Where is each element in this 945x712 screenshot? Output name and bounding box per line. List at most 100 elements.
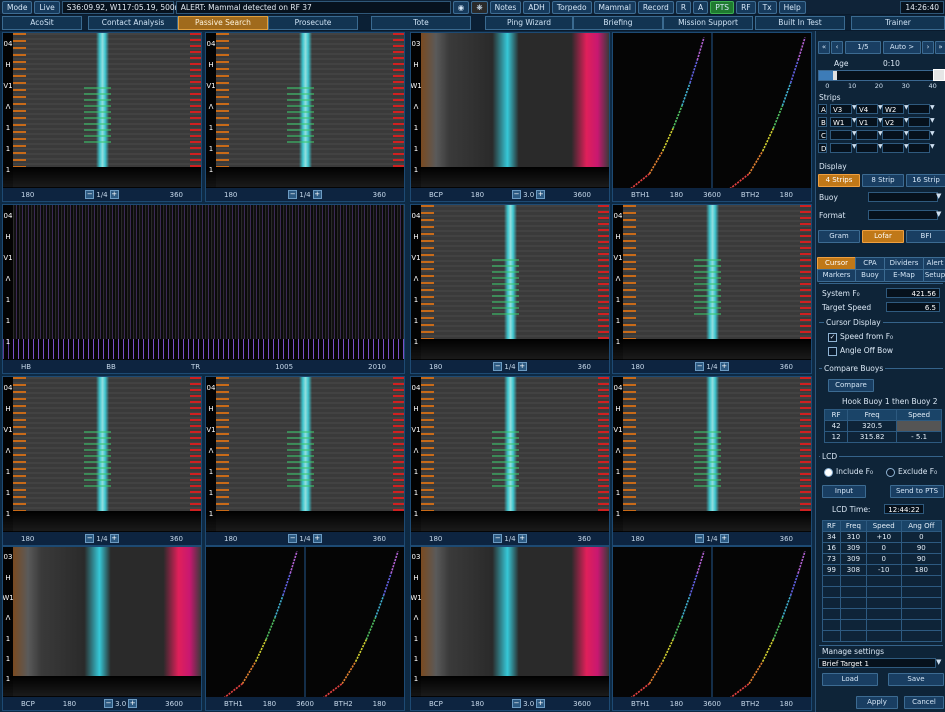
lofar-waterfall[interactable] <box>13 205 404 339</box>
zoom-out-button[interactable]: − <box>493 534 503 543</box>
last-page-button[interactable]: » <box>935 41 945 54</box>
zoom-in-button[interactable]: + <box>719 534 729 543</box>
zoom-out-button[interactable]: − <box>288 190 298 199</box>
spectrogram[interactable] <box>13 377 201 511</box>
r-button[interactable]: R <box>675 0 692 14</box>
zoom-in-button[interactable]: + <box>109 190 119 199</box>
radio-icon[interactable] <box>886 467 895 477</box>
display-8-strip-button[interactable]: 8 Strip <box>862 174 904 187</box>
zoom-out-button[interactable]: − <box>104 699 114 708</box>
notes-button[interactable]: Notes <box>489 0 522 14</box>
bfi-button[interactable]: BFI <box>906 230 945 243</box>
tab-briefing[interactable]: Briefing <box>573 16 663 30</box>
spectrogram[interactable] <box>421 205 609 339</box>
angle-off-bow-option[interactable]: Angle Off Bow <box>828 346 893 356</box>
first-page-button[interactable]: « <box>818 41 830 54</box>
spectrogram[interactable] <box>421 377 609 511</box>
bearing-time-history-plot[interactable] <box>613 547 811 710</box>
zoom-in-button[interactable]: + <box>312 534 322 543</box>
strip-buoy-select[interactable] <box>856 130 878 140</box>
strip-buoy-select[interactable] <box>882 143 904 153</box>
strip-buoy-select[interactable]: V4 <box>856 104 878 114</box>
tab-mission-support[interactable]: Mission Support <box>663 16 753 30</box>
dropdown-arrow-icon[interactable]: ▼ <box>852 104 857 111</box>
checkmark-icon[interactable]: ✓ <box>828 332 837 342</box>
tab-e-map[interactable]: E-Map <box>884 269 924 282</box>
dropdown-arrow-icon[interactable]: ▼ <box>878 143 883 150</box>
strip-buoy-select[interactable] <box>856 143 878 153</box>
record-button[interactable]: Record <box>637 0 674 14</box>
strip-buoy-select[interactable] <box>882 130 904 140</box>
tab-markers[interactable]: Markers <box>817 269 856 282</box>
next-page-button[interactable]: › <box>922 41 934 54</box>
dropdown-arrow-icon[interactable]: ▼ <box>852 143 857 150</box>
compare-button[interactable]: Compare <box>828 379 874 392</box>
dropdown-arrow-icon[interactable]: ▼ <box>930 117 935 124</box>
bearing-time-history-plot[interactable] <box>613 33 811 201</box>
tab-built-in-test[interactable]: Built In Test <box>755 16 845 30</box>
dropdown-arrow-icon[interactable]: ▼ <box>904 117 909 124</box>
send-to-pts-button[interactable]: Send to PTS <box>890 485 944 498</box>
strip-buoy-select[interactable]: V2 <box>882 117 904 127</box>
zoom-in-button[interactable]: + <box>536 190 546 199</box>
checkbox-icon[interactable] <box>828 346 837 356</box>
zoom-out-button[interactable]: − <box>85 190 95 199</box>
rf-button[interactable]: RF <box>736 0 756 14</box>
strip-buoy-select[interactable]: W1 <box>830 117 852 127</box>
settings-dropdown-icon[interactable]: ▼ <box>936 658 941 666</box>
spectrogram[interactable] <box>216 33 404 167</box>
speed-from-f-option[interactable]: ✓ Speed from F₀ <box>828 332 893 342</box>
spectrogram[interactable] <box>13 547 201 676</box>
lcd-time-field[interactable]: 12:44:22 <box>884 504 924 514</box>
table-row[interactable]: 12 315.82- 5.1 <box>823 431 942 443</box>
zoom-out-button[interactable]: − <box>695 534 705 543</box>
format-dropdown-icon[interactable]: ▼ <box>936 210 941 218</box>
tab-setup[interactable]: Setup <box>923 269 945 282</box>
live-button[interactable]: Live <box>34 0 60 14</box>
display-16-strip-button[interactable]: 16 Strip <box>906 174 945 187</box>
adh-button[interactable]: ADH <box>523 0 550 14</box>
save-button[interactable]: Save <box>888 673 944 686</box>
display-4-strips-button[interactable]: 4 Strips <box>818 174 860 187</box>
zoom-out-button[interactable]: − <box>512 699 522 708</box>
tx-button[interactable]: Tx <box>757 0 777 14</box>
dropdown-arrow-icon[interactable]: ▼ <box>904 130 909 137</box>
dropdown-arrow-icon[interactable]: ▼ <box>930 143 935 150</box>
strip-buoy-select[interactable] <box>908 117 930 127</box>
zoom-out-button[interactable]: − <box>288 534 298 543</box>
load-button[interactable]: Load <box>822 673 878 686</box>
strip-buoy-select[interactable] <box>830 143 852 153</box>
table-row[interactable]: 42 320.5 <box>823 420 942 432</box>
zoom-out-button[interactable]: − <box>695 362 705 371</box>
strip-buoy-select[interactable] <box>830 130 852 140</box>
torpedo-button[interactable]: Torpedo <box>551 0 592 14</box>
zoom-in-button[interactable]: + <box>536 699 546 708</box>
settings-select[interactable]: Brief Target 1 <box>818 658 936 668</box>
spectrogram[interactable] <box>623 205 811 339</box>
spectrogram[interactable] <box>13 33 201 167</box>
zoom-in-button[interactable]: + <box>109 534 119 543</box>
gram-button[interactable]: Gram <box>818 230 860 243</box>
zoom-out-button[interactable]: − <box>512 190 522 199</box>
buoy-dropdown-icon[interactable]: ▼ <box>936 192 941 200</box>
dropdown-arrow-icon[interactable]: ▼ <box>852 117 857 124</box>
dropdown-arrow-icon[interactable]: ▼ <box>930 130 935 137</box>
spectrogram[interactable] <box>421 547 609 676</box>
color-wheel-icon[interactable]: ❋ <box>471 0 488 14</box>
prev-page-button[interactable]: ‹ <box>831 41 843 54</box>
zoom-in-button[interactable]: + <box>128 699 138 708</box>
camera-icon[interactable]: ◉ <box>452 0 470 14</box>
spectrogram[interactable] <box>623 377 811 511</box>
format-select[interactable] <box>868 210 938 220</box>
age-lock-icon[interactable] <box>933 69 945 81</box>
input-button[interactable]: Input <box>822 485 866 498</box>
help-button[interactable]: Help <box>778 0 806 14</box>
dropdown-arrow-icon[interactable]: ▼ <box>930 104 935 111</box>
zoom-out-button[interactable]: − <box>85 534 95 543</box>
include-f-option[interactable]: Include F₀ <box>824 467 873 477</box>
exclude-f-option[interactable]: Exclude F₀ <box>886 467 937 477</box>
tab-prosecute[interactable]: Prosecute <box>268 16 358 30</box>
zoom-out-button[interactable]: − <box>493 362 503 371</box>
spectrogram[interactable] <box>216 377 404 511</box>
tab-trainer[interactable]: Trainer <box>851 16 945 30</box>
